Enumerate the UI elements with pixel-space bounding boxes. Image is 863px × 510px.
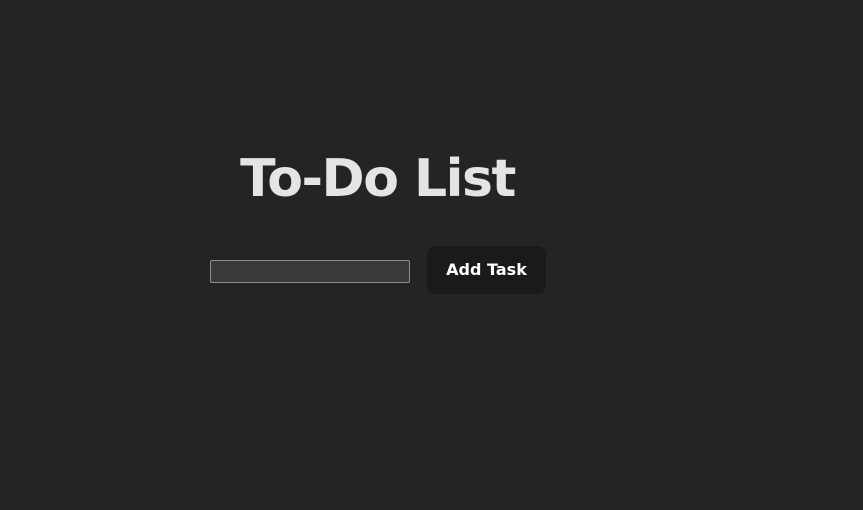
- page-title: To-Do List: [240, 149, 516, 209]
- task-input[interactable]: [210, 260, 410, 283]
- add-task-button[interactable]: Add Task: [427, 246, 546, 294]
- todo-app: To-Do List Add Task: [0, 0, 863, 510]
